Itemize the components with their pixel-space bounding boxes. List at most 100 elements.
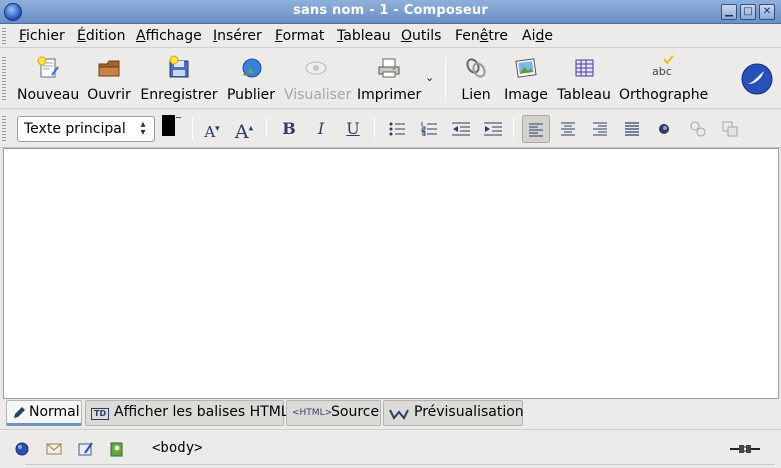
- menu-edition[interactable]: Édition: [77, 28, 125, 44]
- new-button-label: Nouveau: [17, 87, 80, 103]
- menu-outils[interactable]: Outils: [401, 28, 441, 44]
- image-button-label: Image: [504, 87, 548, 103]
- italic-button[interactable]: I: [307, 115, 335, 143]
- bold-button[interactable]: B: [275, 115, 303, 143]
- online-plug-icon[interactable]: [730, 443, 760, 455]
- new-document-icon: [37, 56, 59, 78]
- image-position-button[interactable]: [684, 115, 712, 143]
- tab-normal[interactable]: Normal: [6, 400, 82, 426]
- font-larger-button[interactable]: A▴: [230, 115, 258, 143]
- table-button-label: Tableau: [557, 87, 611, 103]
- outdent-button[interactable]: [447, 115, 475, 143]
- close-button[interactable]: ✕: [759, 4, 775, 20]
- menu-inserer[interactable]: Insérer: [213, 28, 262, 44]
- save-button-label: Enregistrer: [140, 87, 218, 103]
- svg-text:abc: abc: [652, 65, 672, 78]
- menu-affichage[interactable]: Affichage: [136, 28, 202, 44]
- publish-button[interactable]: Publier: [226, 55, 276, 105]
- print-button[interactable]: Imprimer: [357, 55, 421, 105]
- underline-button[interactable]: U: [339, 115, 367, 143]
- font-size-down-icon: A▾: [204, 123, 220, 141]
- link-button-label: Lien: [461, 87, 491, 103]
- bullet-list-button[interactable]: [383, 115, 411, 143]
- tab-preview[interactable]: Prévisualisation: [383, 400, 524, 426]
- publish-globe-icon: [242, 58, 262, 78]
- paragraph-style-value: Texte principal: [24, 121, 126, 137]
- align-right-button[interactable]: [586, 115, 614, 143]
- align-left-button[interactable]: [522, 115, 550, 143]
- print-dropdown-chevron-icon[interactable]: ⌄: [425, 71, 434, 84]
- tab-html-tags[interactable]: TD Afficher les balises HTML: [85, 400, 289, 426]
- image-position-icon: [690, 121, 706, 137]
- spellcheck-button[interactable]: abc Orthographe: [619, 55, 709, 105]
- spellcheck-button-label: Orthographe: [619, 87, 709, 103]
- new-button[interactable]: Nouveau: [17, 55, 79, 105]
- select-arrows-icon: ▴ ▾: [140, 119, 146, 138]
- paragraph-style-select[interactable]: Texte principal ▴ ▾: [17, 116, 155, 142]
- image-button[interactable]: Image: [503, 55, 549, 105]
- bullet-list-icon: [389, 122, 405, 136]
- title-bar: sans nom - 1 - Composeur ▁ □ ✕: [0, 0, 781, 24]
- bold-icon: B: [282, 119, 296, 138]
- menu-tableau[interactable]: Tableau: [337, 28, 391, 44]
- text-color-swatch-icon: [162, 115, 175, 136]
- underline-icon: U: [346, 119, 360, 138]
- status-divider: [25, 464, 775, 465]
- tab-normal-label: Normal: [29, 404, 80, 420]
- save-button[interactable]: Enregistrer: [140, 55, 218, 105]
- toolbar-separator: [445, 57, 446, 101]
- preview-button[interactable]: Visualiser: [284, 55, 351, 105]
- menu-fichier[interactable]: Fichier: [19, 28, 65, 44]
- publish-button-label: Publier: [226, 87, 276, 103]
- printer-icon: [378, 58, 400, 78]
- align-left-icon: [529, 123, 543, 137]
- format-toolbar-grip[interactable]: [2, 116, 6, 142]
- anchor-button[interactable]: [650, 115, 678, 143]
- text-color-button[interactable]: [162, 115, 182, 143]
- image-layer-button[interactable]: [716, 115, 744, 143]
- justify-icon: [625, 122, 639, 136]
- justify-button[interactable]: [618, 115, 646, 143]
- menubar-grip[interactable]: [2, 28, 6, 44]
- outdent-icon: [452, 122, 470, 136]
- eye-icon: [305, 61, 327, 75]
- toolbar-grip[interactable]: [2, 57, 6, 101]
- address-book-icon[interactable]: [108, 440, 126, 458]
- status-bar: <body>: [0, 429, 781, 468]
- table-grid-icon: [575, 59, 594, 77]
- minimize-button[interactable]: ▁: [721, 4, 737, 20]
- table-button[interactable]: Tableau: [557, 55, 611, 105]
- menu-format[interactable]: Format: [275, 28, 324, 44]
- tab-source-label: Source: [331, 404, 380, 420]
- indent-button[interactable]: [479, 115, 507, 143]
- menu-fenetre[interactable]: Fenêtre: [455, 28, 508, 44]
- bg-color-indicator: [176, 117, 181, 118]
- menu-bar: Fichier Édition Affichage Insérer Format…: [0, 24, 781, 48]
- editor-content-area[interactable]: [3, 148, 779, 399]
- mail-envelope-icon[interactable]: [45, 440, 63, 458]
- spellcheck-abc-icon: abc: [652, 55, 674, 78]
- format-separator: [266, 118, 267, 140]
- maximize-button[interactable]: □: [740, 4, 756, 20]
- open-button-label: Ouvrir: [87, 87, 131, 103]
- align-right-icon: [593, 122, 607, 136]
- open-button[interactable]: Ouvrir: [86, 55, 132, 105]
- align-center-button[interactable]: [554, 115, 582, 143]
- folder-icon: [98, 60, 120, 77]
- throbber-logo-icon[interactable]: [740, 62, 774, 96]
- format-separator: [192, 118, 193, 140]
- composer-pen-icon[interactable]: [77, 440, 95, 458]
- numbered-list-button[interactable]: [415, 115, 443, 143]
- composition-toolbar: Nouveau Ouvrir Enregistrer Publier Visua…: [0, 49, 781, 109]
- menu-aide[interactable]: Aide: [522, 28, 553, 44]
- close-icon: ✕: [762, 6, 772, 17]
- link-button[interactable]: Lien: [458, 55, 494, 105]
- format-separator: [374, 118, 375, 140]
- tag-breadcrumb[interactable]: <body>: [152, 440, 203, 456]
- italic-icon: I: [317, 119, 325, 138]
- tab-source[interactable]: <HTML> Source: [286, 400, 381, 426]
- image-icon: [515, 58, 537, 78]
- save-icon: [169, 55, 189, 78]
- font-smaller-button[interactable]: A▾: [198, 115, 226, 143]
- navigator-globe-icon[interactable]: [13, 440, 31, 458]
